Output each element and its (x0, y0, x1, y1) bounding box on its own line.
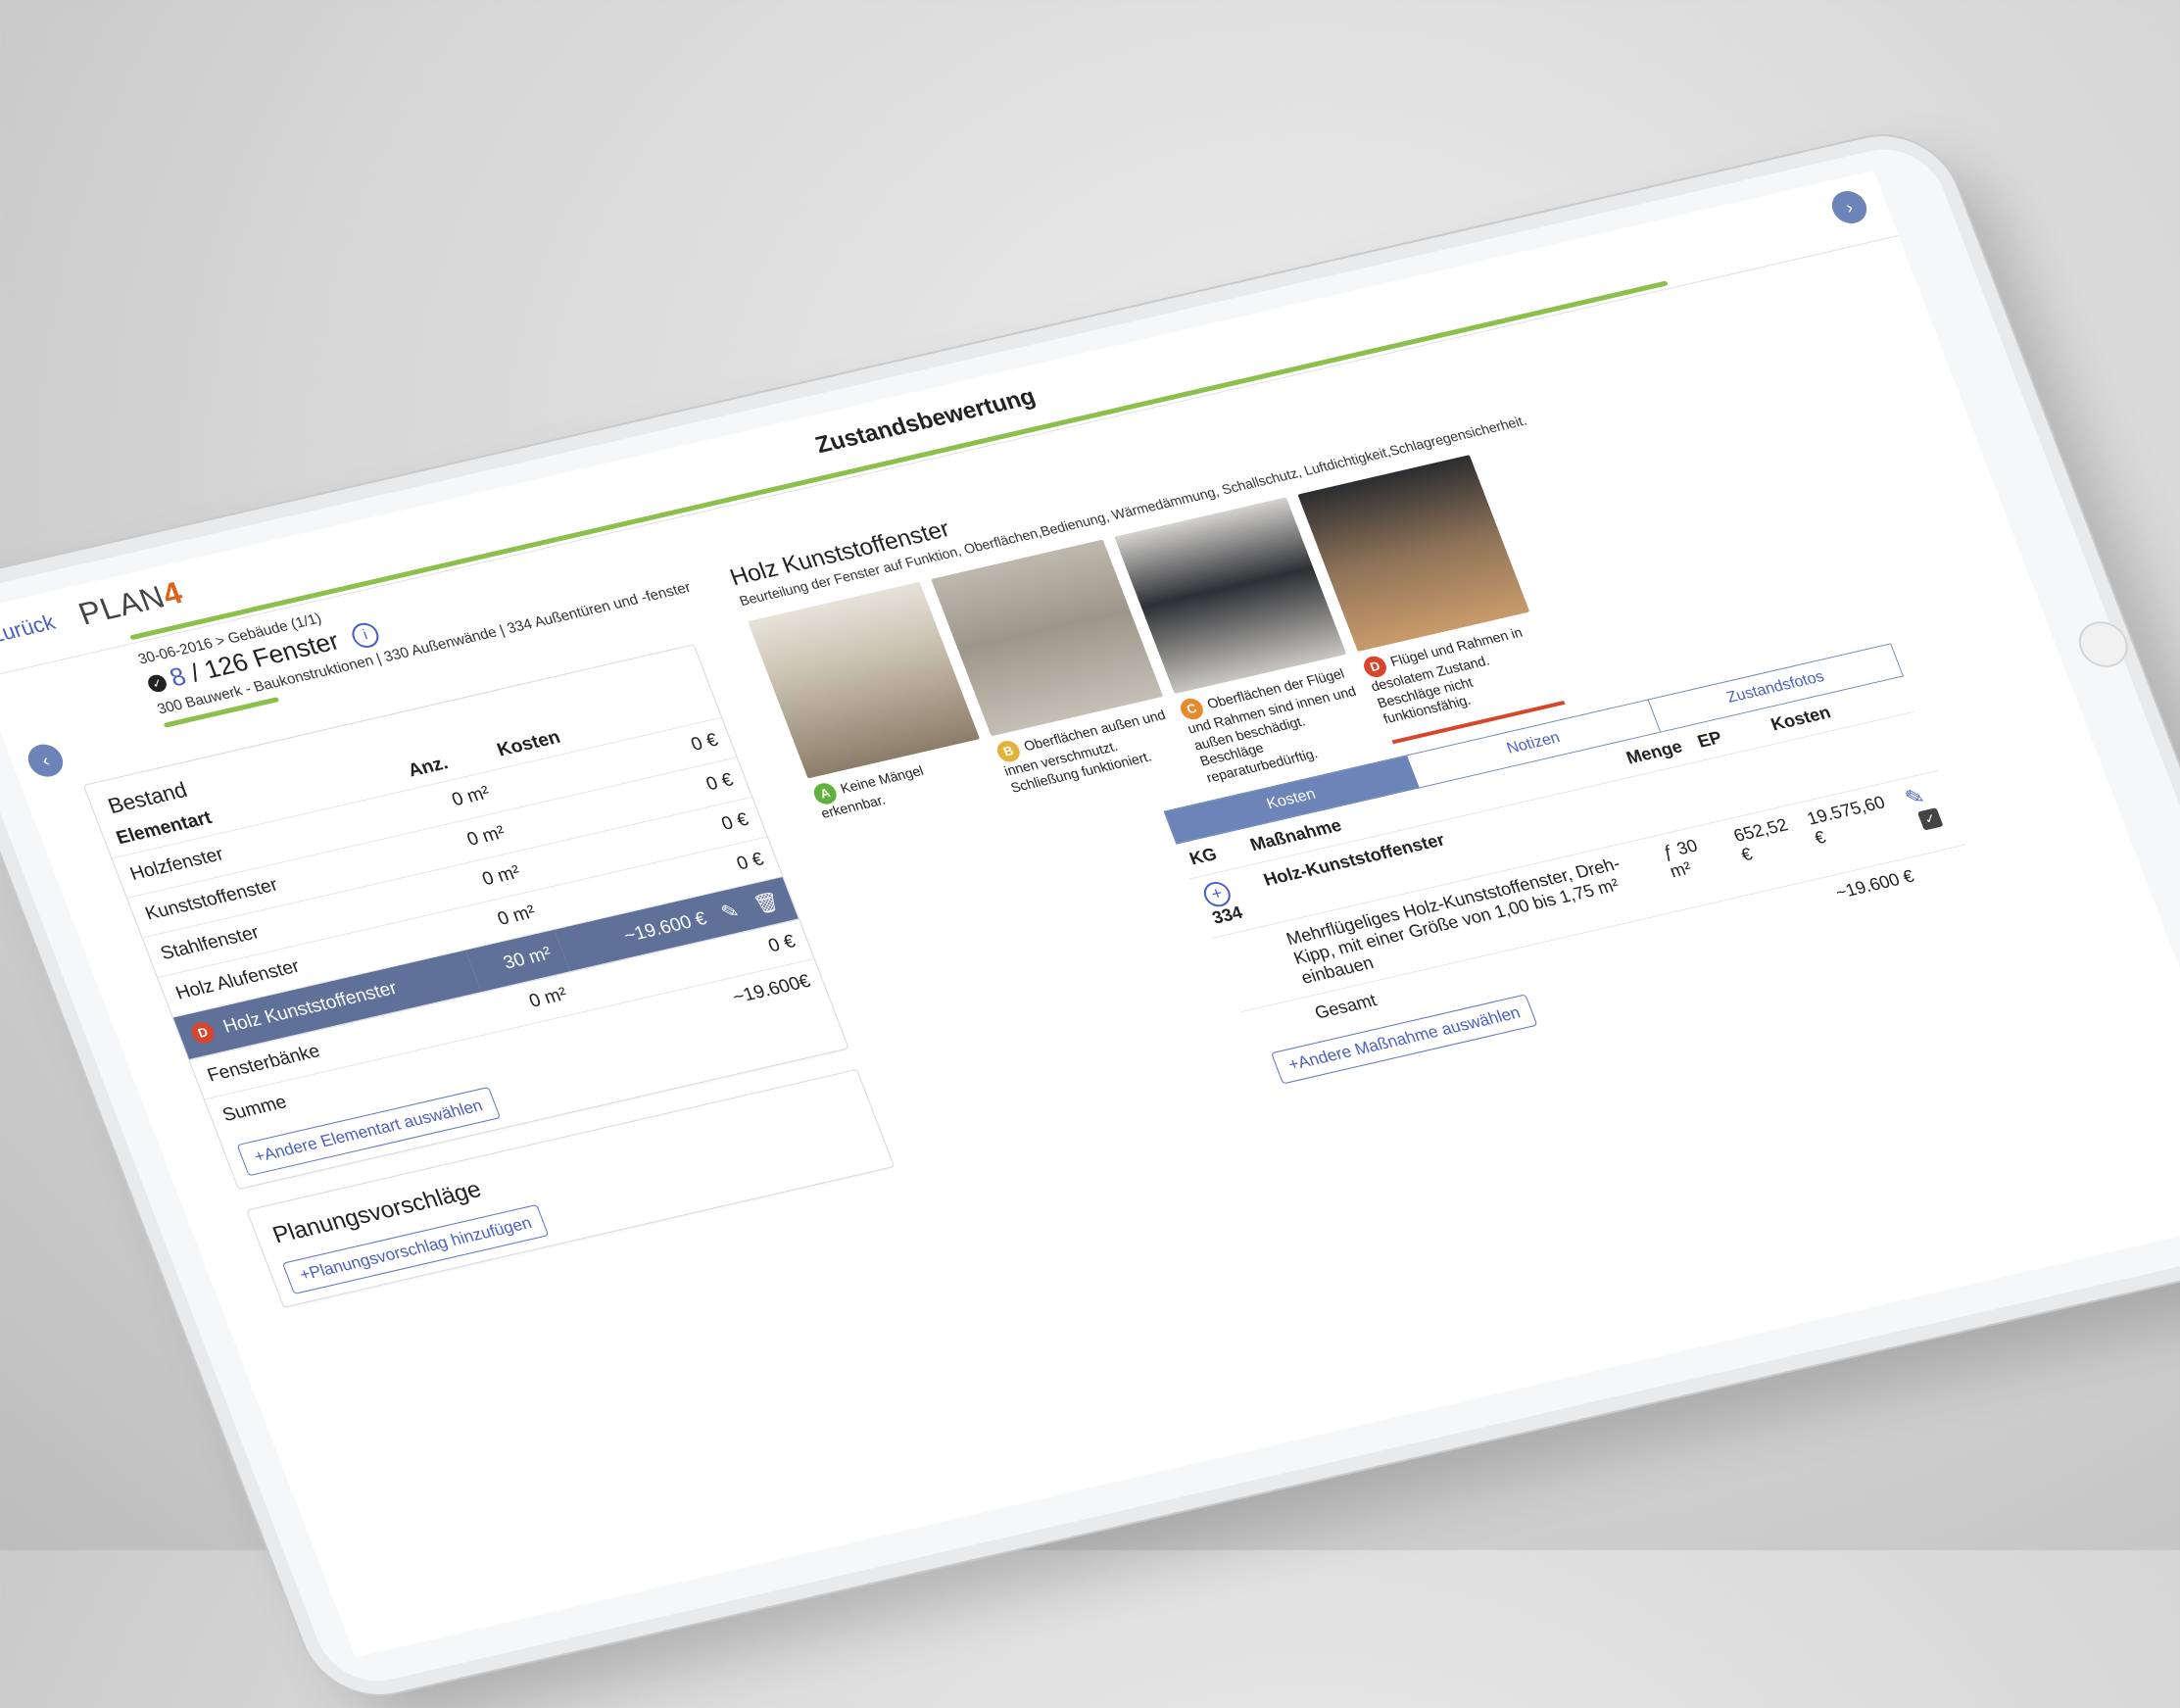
left-panel: Bestand Elementart Anz. Kosten Holzfenst… (82, 644, 896, 1308)
chevron-right-icon: › (1842, 197, 1857, 218)
trash-icon[interactable]: 🗑 (751, 889, 784, 917)
element-cost: ~19.600 € (620, 908, 710, 948)
pencil-icon[interactable]: ✎ (1902, 784, 1928, 811)
condition-badge: D (188, 1020, 218, 1047)
previous-button[interactable]: ‹ (23, 741, 69, 780)
current-index: 8 (165, 660, 190, 693)
check-icon: ✓ (145, 673, 170, 695)
pencil-icon[interactable]: ✎ (718, 899, 743, 925)
checkbox-icon[interactable]: ✓ (1916, 807, 1944, 831)
element-table: Elementart Anz. Kosten Holzfenster 0 m² … (100, 686, 829, 1139)
app-screen: ‹ Zurück PLAN4 Zustandsbewertung › ‹ 30-… (0, 170, 2180, 1658)
info-icon[interactable]: i (348, 620, 383, 651)
chevron-left-icon: ‹ (38, 750, 52, 771)
formula-icon: ƒ (1659, 841, 1676, 862)
home-button (2071, 616, 2135, 672)
tablet-device: ‹ Zurück PLAN4 Zustandsbewertung › ‹ 30-… (0, 122, 2180, 1708)
